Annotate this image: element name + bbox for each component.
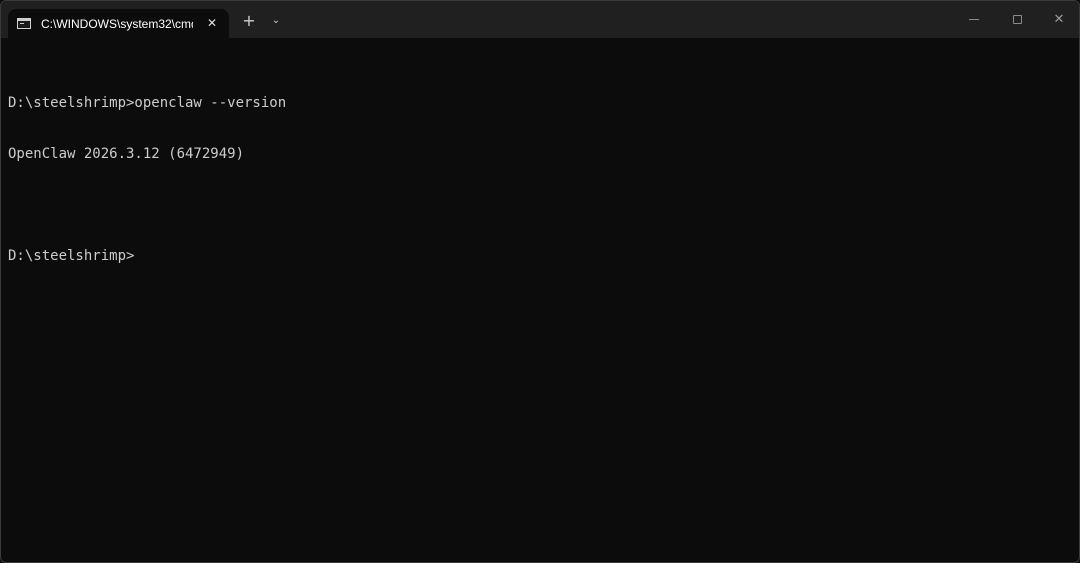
console-line: OpenClaw 2026.3.12 (6472949) <box>8 146 245 162</box>
console-prompt: D:\steelshrimp> <box>8 248 135 264</box>
tab-cmd[interactable]: C:\WINDOWS\system32\cmd. ✕ <box>8 9 229 38</box>
maximize-button[interactable] <box>994 1 1040 38</box>
minimize-button[interactable] <box>951 1 997 38</box>
new-tab-button[interactable]: + <box>239 10 259 32</box>
console-line: D:\steelshrimp>openclaw --version <box>8 95 287 111</box>
tab-close-icon[interactable]: ✕ <box>205 16 219 30</box>
title-bar[interactable]: C:\WINDOWS\system32\cmd. ✕ <box>1 1 1079 38</box>
terminal-window: C:\WINDOWS\system32\cmd. ✕ + ⌄ ✕ D:\stee… <box>0 0 1080 563</box>
console-output[interactable]: D:\steelshrimp>openclaw --version OpenCl… <box>8 61 286 299</box>
chevron-down-icon[interactable]: ⌄ <box>267 10 285 32</box>
maximize-icon <box>1012 15 1022 24</box>
tab-title: C:\WINDOWS\system32\cmd. <box>41 16 193 31</box>
terminal-icon <box>17 18 31 29</box>
close-button[interactable]: ✕ <box>1036 1 1079 38</box>
close-icon: ✕ <box>1053 12 1065 27</box>
minimize-icon <box>969 19 979 20</box>
